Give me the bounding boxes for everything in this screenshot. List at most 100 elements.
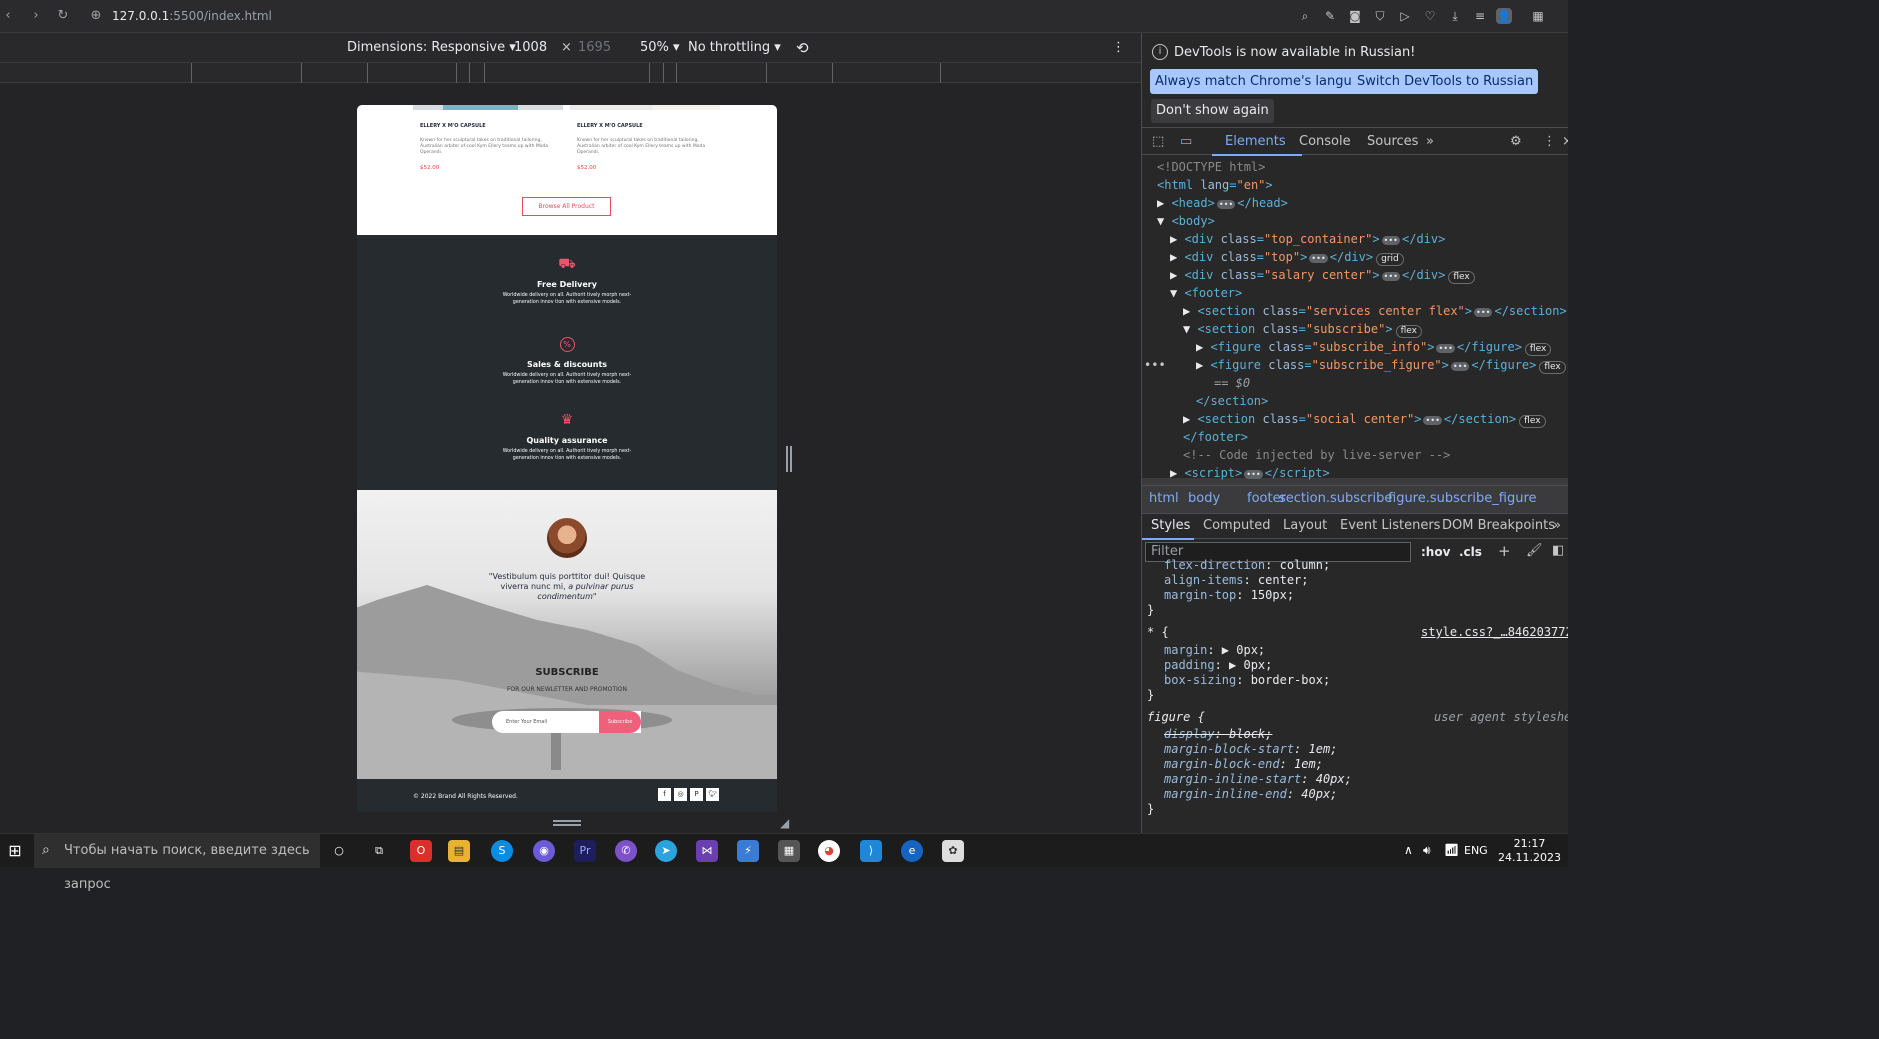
rule-selector[interactable]: * {: [1147, 623, 1169, 641]
tab-dom-breakpoints[interactable]: DOM Breakpoints: [1442, 518, 1555, 533]
inspect-icon[interactable]: ⬚: [1152, 134, 1164, 149]
dom-line[interactable]: ▶ <section class="social center"> ••• </se…: [1183, 410, 1546, 428]
more-options-icon[interactable]: ⋮: [1112, 41, 1125, 55]
play-icon[interactable]: ▷: [1397, 8, 1413, 24]
dont-show-button[interactable]: Don't show again: [1151, 99, 1274, 123]
facebook-icon[interactable]: f: [658, 788, 671, 801]
vscode-icon[interactable]: ⟩: [860, 840, 882, 862]
edge-icon[interactable]: e: [901, 840, 923, 862]
sidebar-toggle-icon[interactable]: ◧: [1552, 543, 1564, 558]
tab-computed[interactable]: Computed: [1203, 518, 1271, 533]
match-language-button[interactable]: Always match Chrome's language: [1150, 69, 1381, 94]
forward-icon[interactable]: ›: [28, 8, 44, 24]
cls-toggle[interactable]: .cls: [1459, 545, 1482, 559]
tab-console[interactable]: Console: [1299, 134, 1351, 149]
dom-line[interactable]: <!-- Code injected by live-server -->: [1183, 446, 1450, 464]
twitter-icon[interactable]: 🐦︎: [706, 788, 719, 801]
camera-icon[interactable]: ◙: [1347, 8, 1363, 24]
resize-handle-bottom[interactable]: [553, 820, 581, 826]
cortana-icon[interactable]: ○: [328, 840, 350, 862]
app-icon[interactable]: ✿: [942, 840, 964, 862]
paint-icon[interactable]: 🖌︎: [1526, 543, 1543, 558]
more-tabs-icon[interactable]: »: [1426, 134, 1434, 149]
visual-studio-icon[interactable]: ⋈: [696, 840, 718, 862]
tab-layout[interactable]: Layout: [1283, 518, 1327, 533]
crumb-body[interactable]: body: [1188, 491, 1220, 506]
chrome-icon[interactable]: ◕: [818, 840, 840, 862]
task-view-icon[interactable]: ⧉: [368, 840, 390, 862]
site-info-icon[interactable]: ⊕: [88, 8, 104, 24]
dom-line[interactable]: ▶ <script> ••• </script>: [1170, 464, 1330, 482]
browse-all-button[interactable]: Browse All Product: [522, 197, 611, 216]
dom-line[interactable]: ▶ <div class="top_container"> ••• </div>: [1170, 230, 1445, 248]
dom-line-selected[interactable]: ▶ <figure class="subscribe_figure"> ••• </…: [1196, 356, 1566, 374]
menu-lines-icon[interactable]: ≡: [1472, 8, 1488, 24]
style-decl[interactable]: box-sizing: border-box;: [1164, 671, 1330, 689]
subscribe-button[interactable]: Subscribe: [599, 711, 641, 733]
dom-line[interactable]: ▶ <div class="top"> ••• </div> grid: [1170, 248, 1404, 266]
dom-line[interactable]: ▼ <body>: [1157, 212, 1215, 230]
clock[interactable]: 21:17 24.11.2023: [1498, 837, 1561, 865]
rotate-icon[interactable]: ⟲: [796, 41, 809, 56]
dom-line[interactable]: ▼ <footer>: [1170, 284, 1242, 302]
switch-russian-button[interactable]: Switch DevTools to Russian: [1352, 69, 1539, 94]
pinterest-icon[interactable]: P: [690, 788, 703, 801]
dom-line[interactable]: </footer>: [1183, 428, 1248, 446]
premiere-icon[interactable]: Pr: [574, 840, 596, 862]
width-input[interactable]: 1008: [514, 41, 547, 55]
tray-chevron-icon[interactable]: ∧: [1404, 843, 1413, 857]
more-tabs-icon[interactable]: »: [1553, 518, 1561, 533]
network-icon[interactable]: 📶︎: [1444, 843, 1459, 857]
dom-line[interactable]: <!DOCTYPE html>: [1157, 158, 1265, 176]
address-bar[interactable]: 127.0.0.1:5500/index.html: [112, 8, 272, 24]
crumb-section[interactable]: section.subscribe: [1279, 491, 1392, 506]
calculator-icon[interactable]: ▦: [778, 840, 800, 862]
dom-line[interactable]: ▶ <figure class="subscribe_info"> ••• </fi…: [1196, 338, 1552, 356]
skype-icon[interactable]: S: [491, 840, 513, 862]
heart-icon[interactable]: ♡: [1422, 8, 1438, 24]
edit-icon[interactable]: ✎: [1322, 8, 1338, 24]
dom-line[interactable]: <html lang="en">: [1157, 176, 1273, 194]
taskbar-search[interactable]: Чтобы начать поиск, введите здесь запрос: [34, 834, 320, 892]
style-decl[interactable]: margin-top: 150px;: [1164, 586, 1294, 604]
windows-start-icon[interactable]: ⊞: [4, 840, 26, 862]
kebab-menu-icon[interactable]: ⋮: [1543, 134, 1556, 149]
tab-sources[interactable]: Sources: [1367, 134, 1418, 149]
extension-icon[interactable]: ▦: [1530, 8, 1546, 24]
tab-styles[interactable]: Styles: [1151, 518, 1190, 533]
telegram-icon[interactable]: ➤: [655, 840, 677, 862]
stylesheet-link[interactable]: style.css?_…846203772: [1421, 623, 1568, 641]
dom-line[interactable]: ▶ <section class="services center flex">…: [1183, 302, 1568, 320]
tab-event-listeners[interactable]: Event Listeners: [1340, 518, 1440, 533]
rule-selector[interactable]: figure {: [1147, 708, 1205, 726]
zoom-select[interactable]: 50% ▾: [640, 41, 680, 55]
shield-icon[interactable]: ⛉: [1372, 8, 1388, 24]
back-icon[interactable]: ‹: [0, 8, 16, 24]
download-icon[interactable]: ⤓: [1447, 8, 1463, 24]
volume-icon[interactable]: 🔊︎: [1423, 843, 1431, 858]
crumb-figure[interactable]: figure.subscribe_figure: [1388, 491, 1537, 506]
height-input[interactable]: 1695: [578, 41, 611, 55]
file-explorer-icon[interactable]: ▤: [448, 840, 470, 862]
viber-icon[interactable]: ✆: [615, 840, 637, 862]
dom-line[interactable]: ▶ <head> ••• </head>: [1157, 194, 1288, 212]
row-more-icon[interactable]: •••: [1144, 356, 1166, 374]
reload-icon[interactable]: ↻: [55, 8, 71, 24]
new-rule-icon[interactable]: +: [1498, 542, 1511, 560]
opera-icon[interactable]: O: [410, 840, 432, 862]
profile-icon[interactable]: 👤: [1496, 8, 1512, 24]
tab-elements[interactable]: Elements: [1225, 134, 1286, 149]
throttling-select[interactable]: No throttling ▾: [688, 41, 781, 55]
close-icon[interactable]: ×: [1562, 134, 1568, 149]
dom-line[interactable]: </section>: [1196, 392, 1268, 410]
dom-line[interactable]: ▼ <section class="subscribe"> flex: [1183, 320, 1422, 338]
crumb-html[interactable]: html: [1149, 491, 1179, 506]
resize-corner-icon[interactable]: ◢: [780, 816, 789, 830]
device-toggle-icon[interactable]: ▭: [1180, 134, 1192, 149]
settings-icon[interactable]: ⚙: [1510, 134, 1522, 149]
language-indicator[interactable]: ENG: [1464, 844, 1488, 857]
product-title[interactable]: ELLERY X M'O CAPSULE: [420, 123, 486, 129]
search-icon[interactable]: ⌕: [1297, 8, 1313, 24]
dimensions-select[interactable]: Dimensions: Responsive ▾: [347, 41, 516, 55]
app-icon[interactable]: ⚡: [737, 840, 759, 862]
